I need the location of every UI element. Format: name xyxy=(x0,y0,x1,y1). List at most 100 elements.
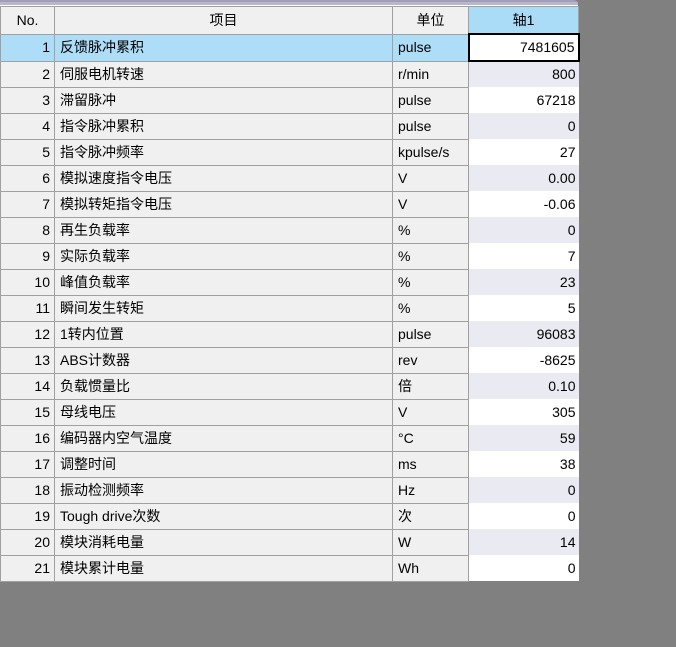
value-cell[interactable]: 0.10 xyxy=(469,373,579,399)
table-row[interactable]: 3 滞留脉冲 pulse 67218 xyxy=(1,87,579,113)
unit-cell[interactable]: 倍 xyxy=(393,373,469,399)
value-cell[interactable]: 67218 xyxy=(469,87,579,113)
table-row[interactable]: 1 反馈脉冲累积 pulse 7481605 xyxy=(1,34,579,61)
item-name-cell[interactable]: 模块累计电量 xyxy=(55,555,393,581)
table-row[interactable]: 8 再生负载率 % 0 xyxy=(1,217,579,243)
table-row[interactable]: 16 编码器内空气温度 °C 59 xyxy=(1,425,579,451)
item-name-cell[interactable]: 伺服电机转速 xyxy=(55,61,393,87)
row-number-cell[interactable]: 8 xyxy=(1,217,55,243)
item-name-cell[interactable]: 实际负载率 xyxy=(55,243,393,269)
item-name-cell[interactable]: 模拟速度指令电压 xyxy=(55,165,393,191)
unit-cell[interactable]: °C xyxy=(393,425,469,451)
value-cell[interactable]: 0 xyxy=(469,503,579,529)
item-name-cell[interactable]: 瞬间发生转矩 xyxy=(55,295,393,321)
row-number-cell[interactable]: 1 xyxy=(1,34,55,61)
value-cell[interactable]: 0 xyxy=(469,217,579,243)
unit-cell[interactable]: % xyxy=(393,269,469,295)
table-row[interactable]: 18 振动检测频率 Hz 0 xyxy=(1,477,579,503)
row-number-cell[interactable]: 19 xyxy=(1,503,55,529)
row-number-cell[interactable]: 11 xyxy=(1,295,55,321)
row-number-cell[interactable]: 13 xyxy=(1,347,55,373)
row-number-cell[interactable]: 6 xyxy=(1,165,55,191)
value-cell[interactable]: 23 xyxy=(469,269,579,295)
unit-cell[interactable]: % xyxy=(393,295,469,321)
table-row[interactable]: 19 Tough drive次数 次 0 xyxy=(1,503,579,529)
row-number-cell[interactable]: 14 xyxy=(1,373,55,399)
unit-cell[interactable]: V xyxy=(393,165,469,191)
unit-cell[interactable]: ms xyxy=(393,451,469,477)
value-cell[interactable]: 0 xyxy=(469,113,579,139)
unit-cell[interactable]: Wh xyxy=(393,555,469,581)
table-row[interactable]: 14 负载惯量比 倍 0.10 xyxy=(1,373,579,399)
item-name-cell[interactable]: 调整时间 xyxy=(55,451,393,477)
item-name-cell[interactable]: 振动检测频率 xyxy=(55,477,393,503)
item-name-cell[interactable]: 负载惯量比 xyxy=(55,373,393,399)
item-name-cell[interactable]: 滞留脉冲 xyxy=(55,87,393,113)
table-row[interactable]: 11 瞬间发生转矩 % 5 xyxy=(1,295,579,321)
table-row[interactable]: 9 实际负载率 % 7 xyxy=(1,243,579,269)
row-number-cell[interactable]: 21 xyxy=(1,555,55,581)
unit-cell[interactable]: V xyxy=(393,191,469,217)
value-cell[interactable]: 0.00 xyxy=(469,165,579,191)
table-row[interactable]: 2 伺服电机转速 r/min 800 xyxy=(1,61,579,87)
item-name-cell[interactable]: 指令脉冲累积 xyxy=(55,113,393,139)
value-cell[interactable]: -0.06 xyxy=(469,191,579,217)
table-row[interactable]: 5 指令脉冲频率 kpulse/s 27 xyxy=(1,139,579,165)
value-cell[interactable]: 14 xyxy=(469,529,579,555)
item-name-cell[interactable]: Tough drive次数 xyxy=(55,503,393,529)
value-cell[interactable]: 96083 xyxy=(469,321,579,347)
row-number-cell[interactable]: 9 xyxy=(1,243,55,269)
value-cell[interactable]: 0 xyxy=(469,477,579,503)
item-name-cell[interactable]: 模块消耗电量 xyxy=(55,529,393,555)
item-name-cell[interactable]: 指令脉冲频率 xyxy=(55,139,393,165)
table-row[interactable]: 6 模拟速度指令电压 V 0.00 xyxy=(1,165,579,191)
row-number-cell[interactable]: 5 xyxy=(1,139,55,165)
item-name-cell[interactable]: 1转内位置 xyxy=(55,321,393,347)
value-cell[interactable]: 5 xyxy=(469,295,579,321)
value-cell[interactable]: 800 xyxy=(469,61,579,87)
value-cell[interactable]: 59 xyxy=(469,425,579,451)
row-number-cell[interactable]: 12 xyxy=(1,321,55,347)
unit-cell[interactable]: pulse xyxy=(393,321,469,347)
unit-cell[interactable]: % xyxy=(393,217,469,243)
table-row[interactable]: 21 模块累计电量 Wh 0 xyxy=(1,555,579,581)
row-number-cell[interactable]: 16 xyxy=(1,425,55,451)
item-name-cell[interactable]: 峰值负载率 xyxy=(55,269,393,295)
table-row[interactable]: 7 模拟转矩指令电压 V -0.06 xyxy=(1,191,579,217)
value-cell[interactable]: 0 xyxy=(469,555,579,581)
value-cell[interactable]: 7481605 xyxy=(469,34,579,61)
unit-cell[interactable]: W xyxy=(393,529,469,555)
item-name-cell[interactable]: 编码器内空气温度 xyxy=(55,425,393,451)
row-number-cell[interactable]: 2 xyxy=(1,61,55,87)
unit-cell[interactable]: pulse xyxy=(393,87,469,113)
row-number-cell[interactable]: 7 xyxy=(1,191,55,217)
unit-cell[interactable]: kpulse/s xyxy=(393,139,469,165)
table-row[interactable]: 13 ABS计数器 rev -8625 xyxy=(1,347,579,373)
unit-cell[interactable]: pulse xyxy=(393,34,469,61)
table-row[interactable]: 4 指令脉冲累积 pulse 0 xyxy=(1,113,579,139)
value-cell[interactable]: 27 xyxy=(469,139,579,165)
value-cell[interactable]: 38 xyxy=(469,451,579,477)
table-row[interactable]: 17 调整时间 ms 38 xyxy=(1,451,579,477)
unit-cell[interactable]: pulse xyxy=(393,113,469,139)
unit-cell[interactable]: V xyxy=(393,399,469,425)
table-row[interactable]: 20 模块消耗电量 W 14 xyxy=(1,529,579,555)
table-row[interactable]: 12 1转内位置 pulse 96083 xyxy=(1,321,579,347)
row-number-cell[interactable]: 18 xyxy=(1,477,55,503)
value-cell[interactable]: 305 xyxy=(469,399,579,425)
unit-cell[interactable]: rev xyxy=(393,347,469,373)
table-row[interactable]: 15 母线电压 V 305 xyxy=(1,399,579,425)
item-name-cell[interactable]: ABS计数器 xyxy=(55,347,393,373)
unit-cell[interactable]: 次 xyxy=(393,503,469,529)
row-number-cell[interactable]: 3 xyxy=(1,87,55,113)
value-cell[interactable]: -8625 xyxy=(469,347,579,373)
row-number-cell[interactable]: 10 xyxy=(1,269,55,295)
item-name-cell[interactable]: 反馈脉冲累积 xyxy=(55,34,393,61)
unit-cell[interactable]: r/min xyxy=(393,61,469,87)
item-name-cell[interactable]: 模拟转矩指令电压 xyxy=(55,191,393,217)
value-cell[interactable]: 7 xyxy=(469,243,579,269)
row-number-cell[interactable]: 20 xyxy=(1,529,55,555)
row-number-cell[interactable]: 17 xyxy=(1,451,55,477)
unit-cell[interactable]: Hz xyxy=(393,477,469,503)
table-row[interactable]: 10 峰值负载率 % 23 xyxy=(1,269,579,295)
